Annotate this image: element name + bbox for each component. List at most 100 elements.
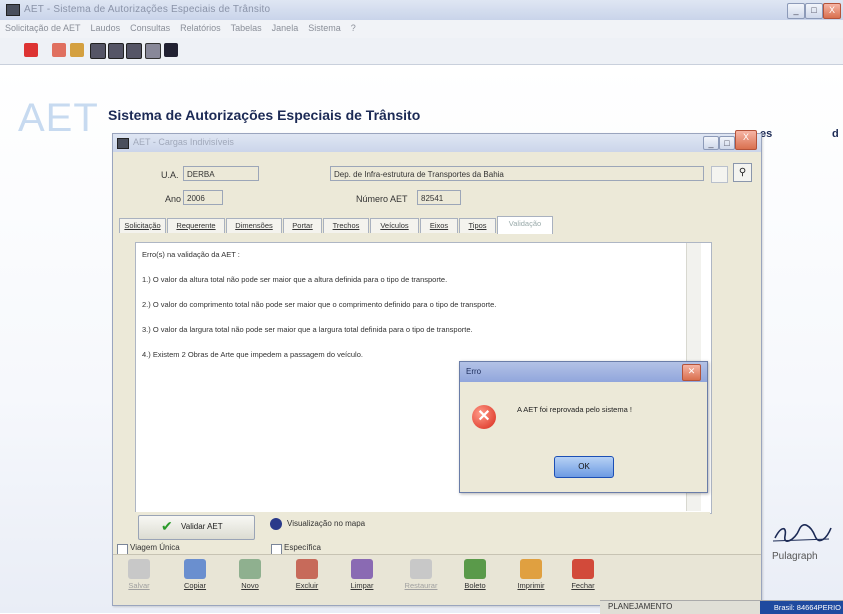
- imprimir-button[interactable]: Imprimir: [511, 559, 551, 590]
- delete-icon: [296, 559, 318, 579]
- validation-error-line: 4.) Existem 2 Obras de Arte que impedem …: [142, 350, 363, 359]
- excluir-label: Excluir: [295, 581, 319, 590]
- ano-label: Ano: [165, 194, 182, 204]
- copiar-button[interactable]: Copiar: [175, 559, 215, 590]
- app-icon: [6, 4, 20, 16]
- child-close-button[interactable]: X: [735, 130, 757, 150]
- tab-solicitacao[interactable]: Solicitação: [119, 218, 166, 233]
- excluir-button[interactable]: Excluir: [287, 559, 327, 590]
- child-minimize-button[interactable]: _: [703, 136, 719, 150]
- menu-sistema[interactable]: Sistema: [303, 20, 346, 33]
- fechar-label: Fechar: [571, 581, 595, 590]
- status-bar: PLANEJAMENTO Brasil: 84664PERIO: [600, 600, 843, 614]
- restore-icon: [410, 559, 432, 579]
- menu-tabelas[interactable]: Tabelas: [226, 20, 267, 33]
- main-toolbar: [0, 38, 843, 65]
- child-maximize-button[interactable]: □: [719, 136, 735, 150]
- error-dialog-title-bar[interactable]: Erro ✕: [460, 362, 707, 382]
- tab-validacao[interactable]: Validação: [497, 216, 553, 234]
- exit-icon[interactable]: [164, 43, 178, 57]
- error-message: A AET foi reprovada pelo sistema !: [517, 405, 632, 414]
- globe-icon: [270, 518, 282, 530]
- fechar-button[interactable]: Fechar: [563, 559, 603, 590]
- numero-aet-field[interactable]: 82541: [417, 190, 461, 205]
- tab-trechos[interactable]: Trechos: [323, 218, 369, 233]
- ua-description-field: Dep. de Infra-estrutura de Transportes d…: [330, 166, 704, 181]
- menu-relatorios[interactable]: Relatórios: [175, 20, 226, 33]
- menu-laudos[interactable]: Laudos: [86, 20, 126, 33]
- validate-aet-button[interactable]: ✔ Validar AET: [138, 515, 255, 540]
- close-icon: [572, 559, 594, 579]
- background-text-fragment: d: [832, 128, 839, 140]
- child-title-bar[interactable]: AET - Cargas Indivisíveis _ □ X: [113, 130, 761, 152]
- tab-tipos[interactable]: Tipos: [459, 218, 496, 233]
- grid-icon[interactable]: [90, 43, 106, 59]
- clear-icon: [351, 559, 373, 579]
- ok-button[interactable]: OK: [554, 456, 614, 478]
- novo-button[interactable]: Novo: [230, 559, 270, 590]
- boleto-label: Boleto: [464, 581, 486, 590]
- menu-bar: Solicitação de AET Laudos Consultas Relatór…: [0, 20, 843, 39]
- menu-consultas[interactable]: Consultas: [125, 20, 175, 33]
- validate-aet-label: Validar AET: [181, 522, 223, 531]
- limpar-label: Limpar: [350, 581, 374, 590]
- ua-field[interactable]: DERBA: [183, 166, 259, 181]
- child-window-title: AET - Cargas Indivisíveis: [133, 137, 234, 147]
- copy-icon: [184, 559, 206, 579]
- tab-dimensoes[interactable]: Dimensões: [226, 218, 282, 233]
- checkmark-icon: ✔: [161, 518, 173, 534]
- copiar-label: Copiar: [183, 581, 207, 590]
- boleto-icon: [464, 559, 486, 579]
- tab-requerente[interactable]: Requerente: [167, 218, 225, 233]
- pulagraph-name: Pulagraph: [772, 551, 818, 562]
- close-button[interactable]: X: [823, 3, 841, 19]
- limpar-button[interactable]: Limpar: [342, 559, 382, 590]
- numero-aet-label: Número AET: [356, 194, 408, 204]
- system-title: Sistema de Autorizações Especiais de Trâ…: [108, 107, 421, 123]
- child-app-icon: [117, 138, 129, 149]
- grid-icon[interactable]: [126, 43, 142, 59]
- error-dialog-close-button[interactable]: ✕: [682, 364, 701, 381]
- error-dialog: Erro ✕ ✕ A AET foi reprovada pelo sistem…: [459, 361, 708, 493]
- lookup-icon[interactable]: ⚲: [733, 163, 752, 182]
- error-dialog-title: Erro: [466, 367, 482, 376]
- status-right-text: Brasil: 84664PERIO: [760, 601, 843, 614]
- bottom-toolbar: Salvar Copiar Novo Excluir Limpar Restau…: [113, 554, 761, 605]
- print-icon: [520, 559, 542, 579]
- restaurar-button[interactable]: Restaurar: [401, 559, 441, 590]
- status-left-text: PLANEJAMENTO: [608, 602, 673, 611]
- maximize-button[interactable]: □: [805, 3, 823, 19]
- menu-help[interactable]: ?: [346, 20, 361, 33]
- novo-label: Novo: [241, 581, 259, 590]
- tab-veiculos[interactable]: Veículos: [370, 218, 419, 233]
- grid-icon[interactable]: [108, 43, 124, 59]
- tab-strip: Solicitação Requerente Dimensões Portar …: [119, 216, 729, 234]
- imprimir-label: Imprimir: [517, 581, 545, 590]
- menu-janela[interactable]: Janela: [267, 20, 304, 33]
- boleto-button[interactable]: Boleto: [455, 559, 495, 590]
- restaurar-label: Restaurar: [404, 581, 438, 590]
- pulagraph-signature-logo: [772, 524, 832, 542]
- main-title-bar[interactable]: AET - Sistema de Autorizações Especiais …: [0, 0, 843, 21]
- save-icon: [128, 559, 150, 579]
- tab-eixos[interactable]: Eixos: [420, 218, 458, 233]
- salvar-button[interactable]: Salvar: [119, 559, 159, 590]
- aet-logo: AET: [18, 96, 99, 140]
- especifica-label: Específica: [284, 543, 321, 552]
- menu-solicitacao[interactable]: Solicitação de AET: [0, 20, 86, 33]
- print-icon[interactable]: [145, 43, 161, 59]
- new-icon: [239, 559, 261, 579]
- ua-label: U.A.: [161, 170, 179, 180]
- salvar-label: Salvar: [128, 581, 150, 590]
- search-icon[interactable]: [711, 166, 728, 183]
- validation-error-line: 2.) O valor do comprimento total não pod…: [142, 300, 497, 309]
- tab-portar[interactable]: Portar: [283, 218, 322, 233]
- viagem-unica-label: Viagem Única: [130, 543, 180, 552]
- pin-icon[interactable]: [24, 43, 38, 57]
- validation-error-line: 3.) O valor da largura total não pode se…: [142, 325, 473, 334]
- map-view-link[interactable]: Visualização no mapa: [287, 519, 365, 528]
- ano-field[interactable]: 2006: [183, 190, 223, 205]
- pencil-edit-icon[interactable]: [70, 43, 84, 57]
- pencil-icon[interactable]: [52, 43, 66, 57]
- minimize-button[interactable]: _: [787, 3, 805, 19]
